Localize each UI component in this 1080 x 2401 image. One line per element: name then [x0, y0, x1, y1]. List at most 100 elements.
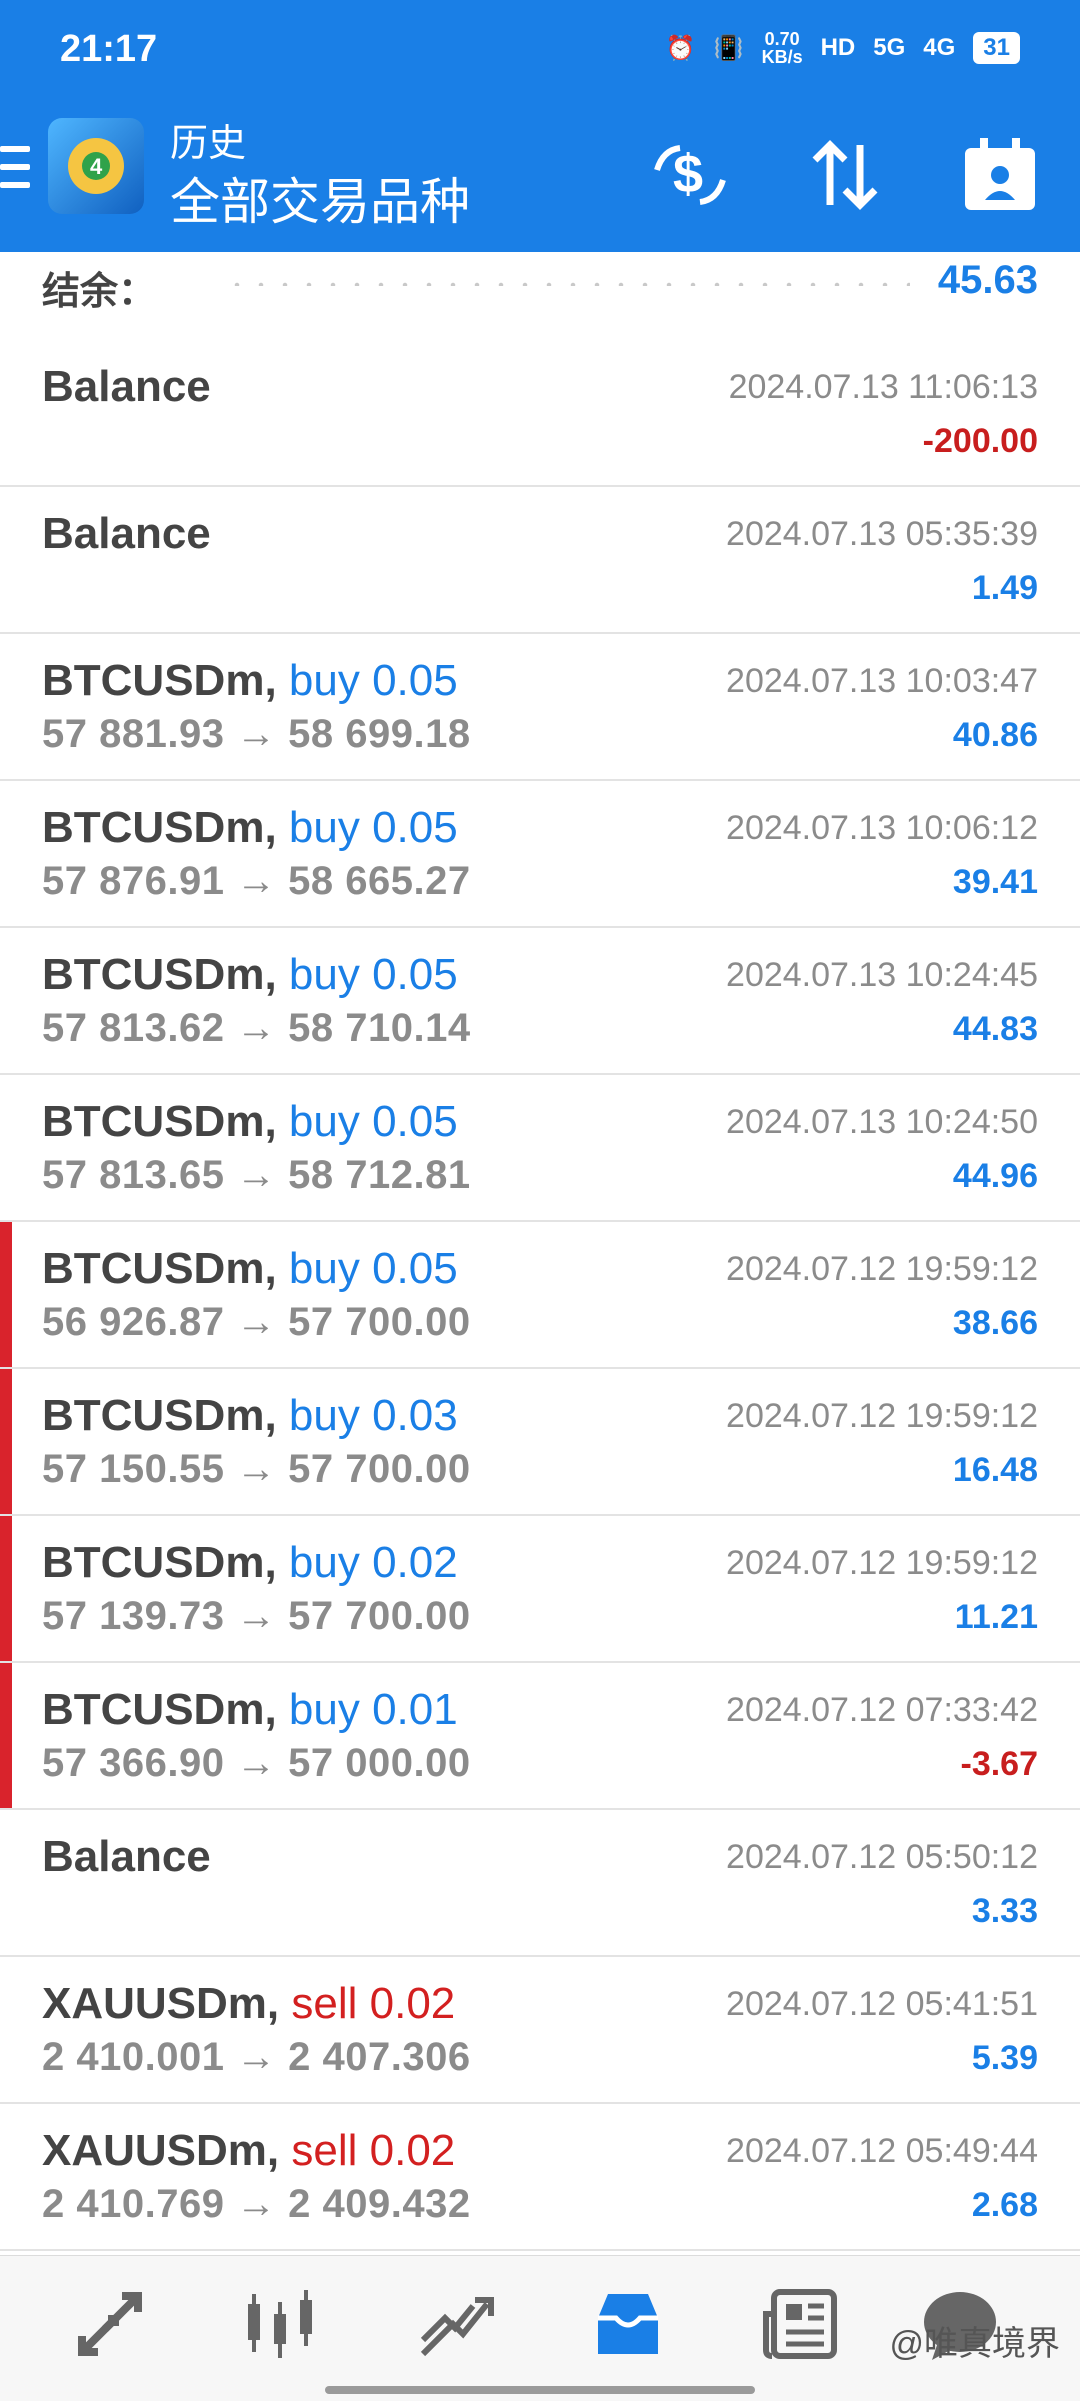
- alarm-icon: ⏰: [665, 34, 696, 62]
- row-symbol-name: BTCUSDm,: [42, 1097, 277, 1146]
- row-prices: 57 876.91 → 58 665.27: [42, 859, 471, 903]
- row-profit: 1.49: [971, 569, 1038, 607]
- row-direction: buy 0.05: [288, 1244, 458, 1293]
- row-prices: 57 139.73 → 57 700.00: [42, 1594, 471, 1638]
- status-time: 21:17: [60, 28, 158, 70]
- row-direction: buy 0.05: [288, 803, 458, 852]
- currency-exchange-icon[interactable]: $: [645, 130, 735, 220]
- row-symbol-name: BTCUSDm,: [42, 950, 277, 999]
- row-symbol: XAUUSDm, sell 0.02: [42, 2126, 455, 2176]
- row-prices: 57 813.62 → 58 710.14: [42, 1006, 471, 1050]
- row-date: 2024.07.13 05:35:39: [726, 515, 1038, 553]
- row-date: 2024.07.12 05:49:44: [726, 2132, 1038, 2170]
- list-item[interactable]: XAUUSDm, sell 0.02 2 410.001 → 2 407.306…: [0, 1957, 1080, 2104]
- menu-icon[interactable]: [0, 146, 30, 196]
- battery-indicator: 31: [973, 32, 1020, 64]
- row-symbol-name: BTCUSDm,: [42, 656, 277, 705]
- row-profit: 44.96: [952, 1157, 1038, 1195]
- list-item[interactable]: BTCUSDm, buy 0.05 57 881.93 → 58 699.18 …: [0, 634, 1080, 781]
- row-symbol: BTCUSDm, buy 0.03: [42, 1391, 458, 1441]
- status-bar: 21:17 ⏰ 📳 0.70 KB/s HD 5G 4G 31: [0, 0, 1080, 100]
- row-prices: 57 150.55 → 57 700.00: [42, 1447, 471, 1491]
- row-symbol: BTCUSDm, buy 0.05: [42, 656, 458, 706]
- page-subtitle: 历史: [170, 123, 247, 165]
- home-indicator[interactable]: [325, 2386, 755, 2394]
- hd-indicator: HD: [820, 34, 856, 61]
- row-date: 2024.07.13 11:06:13: [728, 368, 1038, 406]
- row-date: 2024.07.12 19:59:12: [726, 1397, 1038, 1435]
- list-item[interactable]: BTCUSDm, buy 0.05 57 813.62 → 58 710.14 …: [0, 928, 1080, 1075]
- row-symbol: BTCUSDm, buy 0.01: [42, 1685, 458, 1735]
- row-direction: buy 0.05: [288, 656, 458, 705]
- list-item[interactable]: BTCUSDm, buy 0.05 56 926.87 → 57 700.00 …: [0, 1222, 1080, 1369]
- bottom-navigation: @唯真境界: [0, 2255, 1080, 2401]
- row-date: 2024.07.12 07:33:42: [726, 1691, 1038, 1729]
- dotted-leader: [225, 282, 910, 286]
- network-speed-unit: KB/s: [761, 47, 803, 67]
- row-symbol: Balance: [42, 1832, 211, 1881]
- row-symbol-name: BTCUSDm,: [42, 1244, 277, 1293]
- row-profit: 40.86: [952, 716, 1038, 754]
- news-icon[interactable]: [760, 2284, 840, 2364]
- row-date: 2024.07.12 05:50:12: [726, 1838, 1038, 1876]
- row-profit: 11.21: [954, 1598, 1038, 1636]
- row-direction: sell 0.02: [291, 2126, 456, 2175]
- row-profit: 38.66: [952, 1304, 1038, 1342]
- row-symbol-name: BTCUSDm,: [42, 1391, 277, 1440]
- row-profit: 39.41: [952, 863, 1038, 901]
- network-speed: 0.70 KB/s: [762, 30, 803, 66]
- quotes-icon[interactable]: [70, 2284, 150, 2364]
- row-symbol: BTCUSDm, buy 0.05: [42, 950, 458, 1000]
- row-direction: buy 0.05: [288, 1097, 458, 1146]
- row-date: 2024.07.13 10:24:45: [726, 956, 1038, 994]
- row-prices: 57 366.90 → 57 000.00: [42, 1741, 471, 1785]
- chart-icon[interactable]: [240, 2284, 320, 2364]
- history-icon[interactable]: [588, 2284, 668, 2364]
- network-speed-value: 0.70: [764, 29, 800, 49]
- row-date: 2024.07.13 10:24:50: [726, 1103, 1038, 1141]
- list-item[interactable]: Balance 2024.07.13 11:06:13 -200.00: [0, 340, 1080, 487]
- list-item[interactable]: Balance 2024.07.12 05:50:12 3.33: [0, 1810, 1080, 1957]
- row-symbol: BTCUSDm, buy 0.05: [42, 1097, 458, 1147]
- row-direction: buy 0.01: [288, 1685, 458, 1734]
- row-date: 2024.07.12 05:41:51: [726, 1985, 1038, 2023]
- row-symbol: XAUUSDm, sell 0.02: [42, 1979, 455, 2029]
- list-item[interactable]: XAUUSDm, sell 0.02 2 410.769 → 2 409.432…: [0, 2104, 1080, 2251]
- row-direction: sell 0.02: [291, 1979, 456, 2028]
- row-symbol-name: BTCUSDm,: [42, 1685, 277, 1734]
- svg-text:4: 4: [90, 154, 103, 179]
- list-item[interactable]: BTCUSDm, buy 0.05 57 813.65 → 58 712.81 …: [0, 1075, 1080, 1222]
- row-date: 2024.07.12 19:59:12: [726, 1544, 1038, 1582]
- watermark: @唯真境界: [889, 2325, 1060, 2363]
- row-symbol: Balance: [42, 362, 211, 411]
- row-profit: 2.68: [971, 2186, 1038, 2224]
- row-symbol: BTCUSDm, buy 0.02: [42, 1538, 458, 1588]
- row-date: 2024.07.13 10:06:12: [726, 809, 1038, 847]
- calendar-person-icon[interactable]: [955, 130, 1045, 220]
- list-item[interactable]: BTCUSDm, buy 0.03 57 150.55 → 57 700.00 …: [0, 1369, 1080, 1516]
- row-profit: 5.39: [971, 2039, 1038, 2077]
- page-title[interactable]: 全部交易品种: [170, 162, 470, 234]
- row-date: 2024.07.13 10:03:47: [726, 662, 1038, 700]
- app-logo: 4: [48, 118, 144, 214]
- balance-summary-value: 45.63: [937, 258, 1038, 302]
- signal-5g-icon: 5G: [873, 34, 906, 61]
- app-bar: 4 历史 全部交易品种 $: [0, 100, 1080, 252]
- row-profit: 16.48: [952, 1451, 1038, 1489]
- row-direction: buy 0.02: [288, 1538, 458, 1587]
- trade-icon[interactable]: [415, 2284, 495, 2364]
- signal-4g-icon: 4G: [923, 34, 956, 61]
- system-indicators: ⏰ 📳 0.70 KB/s HD 5G 4G 31: [666, 30, 1020, 66]
- list-item[interactable]: BTCUSDm, buy 0.05 57 876.91 → 58 665.27 …: [0, 781, 1080, 928]
- sort-icon[interactable]: [800, 130, 890, 220]
- row-symbol-name: XAUUSDm,: [42, 1979, 280, 2028]
- list-item[interactable]: BTCUSDm, buy 0.01 57 366.90 → 57 000.00 …: [0, 1663, 1080, 1810]
- row-symbol-name: BTCUSDm,: [42, 803, 277, 852]
- row-symbol: BTCUSDm, buy 0.05: [42, 1244, 458, 1294]
- row-prices: 2 410.001 → 2 407.306: [42, 2035, 471, 2079]
- history-list: Balance 2024.07.13 11:06:13 -200.00 Bala…: [0, 340, 1080, 2251]
- list-item[interactable]: BTCUSDm, buy 0.02 57 139.73 → 57 700.00 …: [0, 1516, 1080, 1663]
- list-item[interactable]: Balance 2024.07.13 05:35:39 1.49: [0, 487, 1080, 634]
- row-symbol-name: BTCUSDm,: [42, 1538, 277, 1587]
- row-prices: 56 926.87 → 57 700.00: [42, 1300, 471, 1344]
